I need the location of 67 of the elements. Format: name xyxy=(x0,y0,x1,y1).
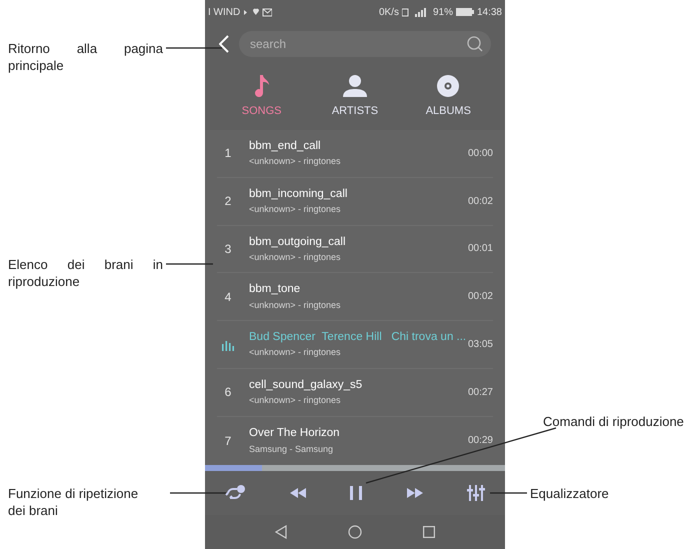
song-subtitle: <unknown> - ringtones xyxy=(249,298,342,312)
leader-line xyxy=(166,263,213,265)
song-duration: 00:00 xyxy=(468,146,493,161)
song-row[interactable]: 3 bbm_outgoing_call <unknown> - ringtones 00:01 xyxy=(217,226,493,274)
fast-forward-icon[interactable] xyxy=(406,488,422,498)
song-duration: 00:01 xyxy=(468,242,493,256)
recents-square-icon[interactable] xyxy=(422,526,435,538)
track-number: 7 xyxy=(224,432,232,450)
back-triangle-icon[interactable] xyxy=(275,525,288,539)
track-number: 6 xyxy=(224,384,232,402)
song-title: bbm_outgoing_call xyxy=(249,234,347,250)
song-subtitle: <unknown> - ringtones xyxy=(249,250,342,264)
tab[interactable]: ALBUMS xyxy=(408,74,488,120)
progress-track[interactable] xyxy=(205,465,505,471)
music-note-icon xyxy=(254,74,270,97)
back-icon[interactable] xyxy=(219,35,229,53)
song-subtitle: <unknown> - ringtones xyxy=(249,155,342,168)
leader-line xyxy=(166,47,222,49)
song-title: Over The Horizon xyxy=(249,426,341,442)
song-title: bbm_end_call xyxy=(249,139,322,154)
track-number: 2 xyxy=(224,193,232,210)
callout-label: Elenco dei brani in riproduzione xyxy=(8,256,163,290)
song-row[interactable]: 4 bbm_tone <unknown> - ringtones 00:02 xyxy=(217,273,493,322)
home-circle-icon[interactable] xyxy=(348,525,362,539)
track-number: 3 xyxy=(224,240,232,258)
callout-label: Funzione di ripetizione dei brani xyxy=(8,485,140,519)
song-subtitle: <unknown> - ringtones xyxy=(249,346,342,360)
equalizer-bars-icon xyxy=(222,338,234,351)
song-row[interactable]: 2 bbm_incoming_call <unknown> - ringtones 00:02 xyxy=(217,178,493,226)
song-title: bbm_tone xyxy=(249,282,302,298)
disc-icon xyxy=(437,74,460,97)
song-row[interactable]: 1 bbm_end_call <unknown> - ringtones 00:00 xyxy=(217,130,493,178)
song-row[interactable]: 6 cell_sound_galaxy_s5 <unknown> - ringtones 00:27 xyxy=(217,368,493,417)
search-icon[interactable] xyxy=(467,36,483,52)
person-icon xyxy=(342,74,368,97)
tab[interactable]: ARTISTS xyxy=(314,74,395,120)
notification-icons xyxy=(244,8,272,16)
song-subtitle: <unknown> - ringtones xyxy=(249,203,342,216)
track-number: 4 xyxy=(224,288,232,306)
song-duration: 03:05 xyxy=(468,338,493,352)
equalizer-icon[interactable] xyxy=(467,485,485,501)
pause-icon[interactable] xyxy=(350,486,362,500)
battery-percent: 91% xyxy=(432,6,453,20)
callout-label: Comandi di riproduzione xyxy=(543,413,684,430)
song-duration: 00:27 xyxy=(468,386,493,400)
song-duration: 00:29 xyxy=(468,434,493,448)
song-title: bbm_incoming_call xyxy=(249,186,348,202)
song-title: cell_sound_galaxy_s5 xyxy=(249,378,364,393)
leader-line xyxy=(490,492,527,494)
callout-label: Equalizzatore xyxy=(530,485,609,502)
callout-label: Ritorno alla pagina principale xyxy=(8,40,163,74)
leader-line xyxy=(170,492,226,494)
song-title: Bud Spencer Terence Hill Chi trova un ... xyxy=(249,330,464,346)
carrier-name: I WIND xyxy=(208,6,240,20)
rewind-icon[interactable] xyxy=(290,488,306,498)
song-row[interactable]: 7 Over The Horizon Samsung - Samsung 00:29 xyxy=(217,416,493,465)
network-speed: 0K/s xyxy=(378,6,399,20)
song-duration: 00:02 xyxy=(468,194,493,209)
repeat-icon[interactable] xyxy=(225,485,245,501)
song-duration: 00:02 xyxy=(468,290,493,304)
song-subtitle: Samsung - Samsung xyxy=(249,442,334,456)
battery-icon xyxy=(456,8,474,16)
song-subtitle: <unknown> - ringtones xyxy=(249,394,342,408)
track-number: 1 xyxy=(224,145,232,162)
song-row[interactable]: Bud Spencer Terence Hill Chi trova un ... <unknown> - ringtones 03:05 xyxy=(217,321,493,369)
clock: 14:38 xyxy=(476,6,502,20)
search-field[interactable]: search xyxy=(239,31,491,57)
